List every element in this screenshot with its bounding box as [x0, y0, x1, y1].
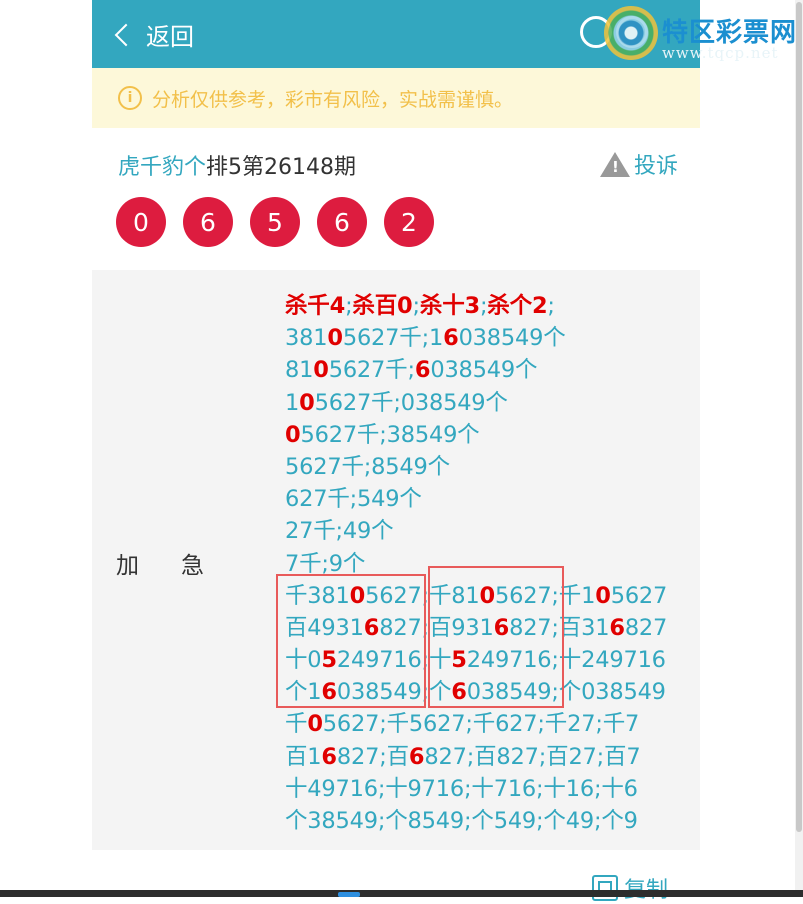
- line-text: 5627;千5627;千627;千27;千7: [322, 711, 640, 738]
- result-ball: 5: [250, 197, 300, 247]
- prediction-line: 38105627千;16038549个: [285, 322, 667, 354]
- taskbar: [0, 890, 803, 897]
- copy-icon: [592, 875, 618, 901]
- notice-text: 分析仅供参考，彩市有风险，实战需谨慎。: [152, 88, 514, 111]
- highlight-digit: 6: [408, 743, 425, 770]
- line-text: 381: [285, 325, 328, 352]
- line-text: 5627千;8549个: [285, 453, 450, 480]
- line-text: 038549个: [430, 357, 538, 384]
- highlight-digit: 6: [443, 325, 459, 352]
- line-text: 十49716;十9716;十716;十16;十6: [285, 775, 638, 802]
- prediction-line: 05627千;38549个: [285, 419, 667, 451]
- complain-label: 投诉: [633, 154, 678, 179]
- result-ball: 6: [183, 197, 233, 247]
- highlight-digit: 0: [327, 325, 343, 352]
- line-text: 7千;9个: [285, 550, 366, 577]
- line-text: ;: [547, 293, 555, 319]
- prediction-line: 27千;49个: [285, 515, 667, 547]
- highlight-digit: 杀百0: [352, 293, 413, 319]
- content-label: 加急: [116, 553, 246, 579]
- line-text: 千: [285, 711, 308, 738]
- warning-icon: !: [599, 151, 630, 177]
- copy-label: 复制: [624, 872, 668, 904]
- issue-title: 排5第26148期: [206, 155, 356, 180]
- highlight-digit: 杀千4: [285, 293, 346, 319]
- result-ball: 2: [384, 197, 434, 247]
- highlight-digit: 0: [299, 389, 315, 416]
- info-icon: i: [118, 86, 142, 110]
- highlight-box-2: [428, 566, 564, 708]
- back-label: 返回: [146, 22, 194, 51]
- line-text: 5627千;1: [342, 325, 444, 352]
- result-ball: 6: [317, 197, 367, 247]
- line-text: 81: [285, 357, 314, 384]
- author-link[interactable]: 虎千豹个: [118, 149, 206, 181]
- highlight-digit: 0: [313, 357, 329, 384]
- line-text: 627千;549个: [285, 486, 422, 513]
- highlight-digit: 0: [307, 711, 323, 738]
- highlight-digit: 6: [321, 743, 337, 770]
- line-text: 827: [624, 614, 668, 641]
- post-title-row: 虎千豹个 排5第26148期 ! 投诉: [118, 148, 678, 182]
- prediction-content: 加急 杀千4;杀百0;杀十3;杀个2; 38105627千;16038549个 81…: [92, 270, 700, 850]
- line-text: 1: [285, 389, 300, 416]
- scrollbar-thumb[interactable]: [796, 2, 802, 832]
- watermark-logo: [604, 6, 658, 60]
- highlight-digit: 0: [595, 582, 611, 609]
- line-text: 27千;49个: [285, 518, 394, 545]
- line-text: 038549个: [458, 325, 566, 352]
- highlight-digit: 0: [285, 421, 301, 448]
- line-text: 个38549;个8549;个549;个49;个9: [285, 808, 638, 834]
- prediction-line: 5627千;8549个: [285, 451, 667, 483]
- line-text: 827;百: [336, 743, 409, 770]
- prediction-lines: 杀千4;杀百0;杀十3;杀个2; 38105627千;16038549个 81056…: [285, 290, 667, 837]
- watermark-url: www.tqcp.net: [662, 44, 779, 62]
- highlight-box-1: [276, 574, 426, 708]
- line-text: 百1: [285, 743, 322, 770]
- line-text: 5627: [610, 582, 668, 609]
- risk-notice: i 分析仅供参考，彩市有风险，实战需谨慎。: [92, 68, 700, 128]
- highlight-digit: 杀十3: [419, 293, 480, 319]
- page-scrollbar[interactable]: [795, 0, 803, 897]
- prediction-line: 8105627千;6038549个: [285, 354, 667, 386]
- prediction-line: 千05627;千5627;千627;千27;千7: [285, 708, 667, 740]
- back-button[interactable]: 返回: [114, 17, 194, 51]
- line-text: 5627千;: [328, 357, 415, 384]
- copy-button[interactable]: 复制: [592, 872, 668, 904]
- taskbar-indicator: [338, 892, 360, 897]
- prediction-line: 个38549;个8549;个549;个49;个9: [285, 805, 667, 837]
- highlight-digit: 6: [414, 357, 431, 384]
- prediction-line: 杀千4;杀百0;杀十3;杀个2;: [285, 290, 667, 322]
- line-text: 827;百827;百27;百7: [424, 743, 641, 770]
- highlight-digit: 6: [609, 614, 625, 641]
- result-balls: 0 6 5 6 2: [116, 197, 434, 247]
- chevron-left-icon: [114, 23, 138, 47]
- result-ball: 0: [116, 197, 166, 247]
- line-text: ;: [412, 293, 421, 319]
- prediction-line: 百16827;百6827;百827;百27;百7: [285, 741, 667, 773]
- line-text: 5627千;038549个: [314, 389, 508, 416]
- prediction-line: 105627千;038549个: [285, 387, 667, 419]
- prediction-line: 627千;549个: [285, 483, 667, 515]
- complain-button[interactable]: ! 投诉: [599, 148, 678, 180]
- phone-viewport: 返回 i 分析仅供参考，彩市有风险，实战需谨慎。 虎千豹个 排5第26148期 …: [92, 0, 700, 903]
- highlight-digit: 杀个2: [487, 293, 548, 319]
- line-text: 5627千;38549个: [300, 421, 480, 448]
- prediction-line: 十49716;十9716;十716;十16;十6: [285, 773, 667, 805]
